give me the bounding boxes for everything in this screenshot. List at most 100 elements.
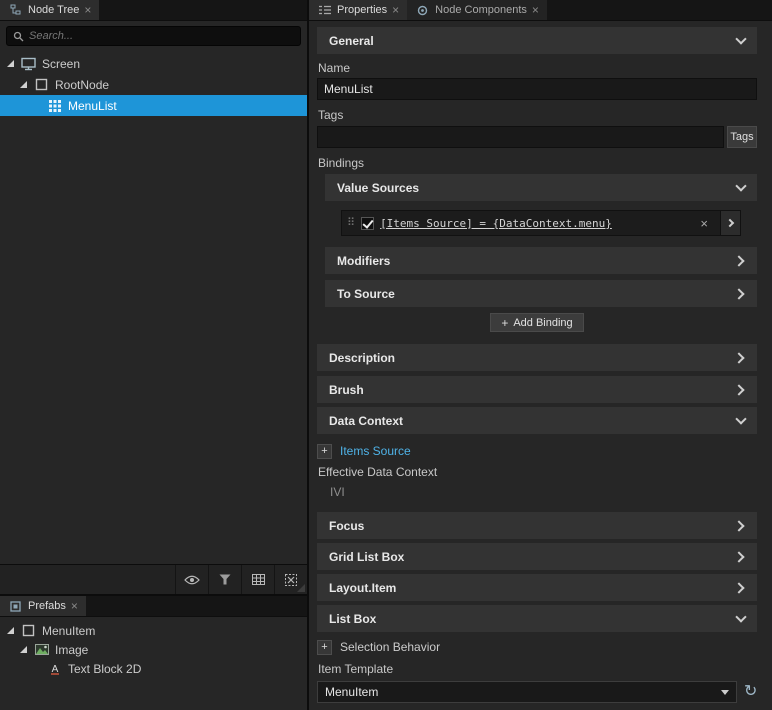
grid-view-button[interactable] xyxy=(241,565,274,594)
items-source-link[interactable]: Items Source xyxy=(340,444,411,458)
chevron-down-icon xyxy=(735,413,746,424)
tree-row-text-block[interactable]: A Text Block 2D xyxy=(0,659,307,678)
section-title: Value Sources xyxy=(337,181,419,195)
tab-label: Prefabs xyxy=(28,600,66,612)
kanzi-studio-window: Node Tree × Screen xyxy=(0,0,772,710)
visibility-toggle-button[interactable] xyxy=(175,565,208,594)
screen-icon xyxy=(21,56,36,71)
search-input[interactable] xyxy=(29,30,294,42)
effective-data-context-label: Effective Data Context xyxy=(318,465,757,479)
plus-icon: + xyxy=(501,317,508,329)
section-header-grid-list-box[interactable]: Grid List Box xyxy=(317,543,757,570)
image-icon xyxy=(34,642,49,657)
section-header-to-source[interactable]: To Source xyxy=(325,280,757,307)
tab-node-tree[interactable]: Node Tree × xyxy=(0,0,99,20)
add-selection-behavior-button[interactable]: + xyxy=(317,640,332,655)
section-header-data-context[interactable]: Data Context xyxy=(317,407,757,434)
close-icon[interactable]: × xyxy=(84,4,91,16)
properties-icon xyxy=(317,3,332,18)
node-tree-tabbar: Node Tree × xyxy=(0,0,307,21)
grid-icon xyxy=(252,574,265,585)
tags-label: Tags xyxy=(318,108,757,122)
binding-enabled-checkbox[interactable] xyxy=(361,217,374,230)
tree-row-rootnode[interactable]: RootNode xyxy=(0,74,307,95)
close-icon[interactable]: × xyxy=(71,600,78,612)
filter-button[interactable] xyxy=(208,565,241,594)
section-header-list-box[interactable]: List Box xyxy=(317,605,757,632)
reset-icon[interactable]: ↺ xyxy=(744,684,757,700)
expander-icon[interactable] xyxy=(19,645,28,654)
name-field[interactable] xyxy=(317,78,757,100)
chevron-right-icon xyxy=(733,288,744,299)
tags-field[interactable] xyxy=(317,126,724,148)
grid-list-icon xyxy=(47,98,62,113)
close-icon[interactable]: × xyxy=(392,4,399,16)
section-title: Layout.Item xyxy=(329,581,396,595)
close-icon[interactable]: × xyxy=(532,4,539,16)
properties-tabbar: Properties × Node Components × xyxy=(309,0,772,21)
section-title: List Box xyxy=(329,612,376,626)
tab-prefabs[interactable]: Prefabs × xyxy=(0,596,86,616)
expander-spacer xyxy=(32,101,41,110)
section-title: To Source xyxy=(337,287,395,301)
chevron-right-icon xyxy=(733,352,744,363)
tab-label: Node Tree xyxy=(28,4,79,16)
expand-binding-button[interactable] xyxy=(720,211,740,235)
section-header-layout-item[interactable]: Layout.Item xyxy=(317,574,757,601)
name-label: Name xyxy=(318,61,757,75)
expander-icon[interactable] xyxy=(19,80,28,89)
selection-behavior-row: + Selection Behavior xyxy=(317,638,757,656)
eye-icon xyxy=(184,575,200,585)
remove-binding-icon[interactable]: × xyxy=(694,216,714,231)
node-icon xyxy=(34,77,49,92)
tree-item-label: MenuItem xyxy=(42,624,95,638)
properties-content: General Name Tags Tags Bindings Value So… xyxy=(309,21,772,710)
resize-grip[interactable] xyxy=(297,584,305,592)
expander-icon[interactable] xyxy=(6,626,15,635)
node-icon xyxy=(21,623,36,638)
prefabs-icon xyxy=(8,599,23,614)
chevron-right-icon xyxy=(733,551,744,562)
selection-behavior-label: Selection Behavior xyxy=(340,640,440,654)
section-title: General xyxy=(329,34,374,48)
add-binding-button[interactable]: + Add Binding xyxy=(490,313,583,332)
section-header-value-sources[interactable]: Value Sources xyxy=(325,174,757,201)
tree-item-label: Text Block 2D xyxy=(68,662,141,676)
left-column: Node Tree × Screen xyxy=(0,0,309,710)
tree-row-image[interactable]: Image xyxy=(0,640,307,659)
expander-icon[interactable] xyxy=(6,59,15,68)
binding-row: ⠿ [Items Source] = {DataContext.menu} × xyxy=(341,210,741,236)
section-title: Data Context xyxy=(329,414,403,428)
section-header-focus[interactable]: Focus xyxy=(317,512,757,539)
tab-properties[interactable]: Properties × xyxy=(309,0,407,20)
item-template-dropdown[interactable]: MenuItem xyxy=(317,681,737,703)
tags-button[interactable]: Tags xyxy=(727,126,757,148)
tree-item-label: Image xyxy=(55,643,88,657)
text-icon: A xyxy=(47,661,62,676)
search-box[interactable] xyxy=(6,26,301,46)
section-title: Description xyxy=(329,351,395,365)
prefabs-tree: MenuItem Image A Text Block 2D xyxy=(0,617,307,710)
tab-node-components[interactable]: Node Components × xyxy=(407,0,547,20)
section-header-general[interactable]: General xyxy=(317,27,757,54)
chevron-right-icon xyxy=(733,384,744,395)
section-header-modifiers[interactable]: Modifiers xyxy=(325,247,757,274)
add-items-source-button[interactable]: + xyxy=(317,444,332,459)
section-header-description[interactable]: Description xyxy=(317,344,757,371)
chevron-right-icon xyxy=(733,520,744,531)
tree-row-menulist[interactable]: MenuList xyxy=(0,95,307,116)
section-header-brush[interactable]: Brush xyxy=(317,376,757,403)
item-template-value: MenuItem xyxy=(325,685,378,699)
item-template-label: Item Template xyxy=(318,662,757,676)
tree-row-menuitem[interactable]: MenuItem xyxy=(0,621,307,640)
binding-expression[interactable]: [Items Source] = {DataContext.menu} xyxy=(380,217,688,230)
expander-spacer xyxy=(32,664,41,673)
filter-icon xyxy=(219,574,231,585)
tab-label: Node Components xyxy=(435,4,527,16)
drag-handle-icon[interactable]: ⠿ xyxy=(347,218,355,229)
tree-row-screen[interactable]: Screen xyxy=(0,53,307,74)
effective-data-context-value: IVI xyxy=(317,485,757,499)
node-tree: Screen RootNode MenuList xyxy=(0,50,307,564)
tree-item-label: MenuList xyxy=(68,99,117,113)
node-tree-panel: Node Tree × Screen xyxy=(0,0,307,594)
